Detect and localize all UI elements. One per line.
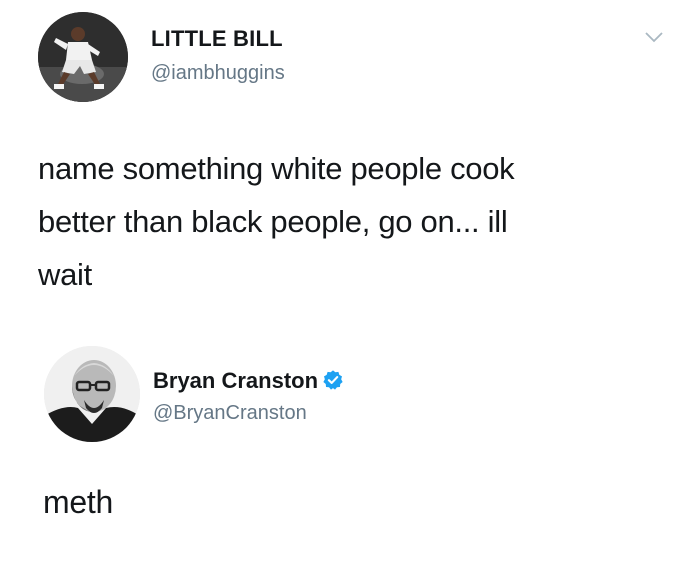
person-dancing-icon bbox=[38, 12, 128, 102]
display-name[interactable]: LITTLE BILL bbox=[151, 26, 283, 52]
avatar-little-bill[interactable] bbox=[38, 12, 128, 102]
display-name[interactable]: Bryan Cranston bbox=[153, 368, 344, 394]
user-handle[interactable]: @iambhuggins bbox=[151, 62, 285, 85]
chevron-down-icon[interactable] bbox=[644, 30, 664, 44]
tweet-text: name something white people cook better … bbox=[38, 142, 515, 301]
bald-man-portrait-icon bbox=[44, 346, 140, 442]
tweet-bryan-cranston: Bryan Cranston @BryanCranston meth bbox=[0, 338, 700, 568]
verified-badge-icon bbox=[323, 370, 343, 390]
avatar-bryan-cranston[interactable] bbox=[44, 346, 140, 442]
tweet-text-line: name something white people cook bbox=[38, 151, 515, 186]
user-handle[interactable]: @BryanCranston bbox=[153, 402, 307, 425]
tweet-text: meth bbox=[43, 476, 113, 529]
tweet-text-line: meth bbox=[43, 484, 113, 520]
tweet-text-line: better than black people, go on... ill bbox=[38, 204, 508, 239]
tweet-little-bill: LITTLE BILL @iambhuggins name something … bbox=[0, 0, 700, 330]
tweet-text-line: wait bbox=[38, 257, 92, 292]
display-name-text: Bryan Cranston bbox=[153, 368, 319, 393]
